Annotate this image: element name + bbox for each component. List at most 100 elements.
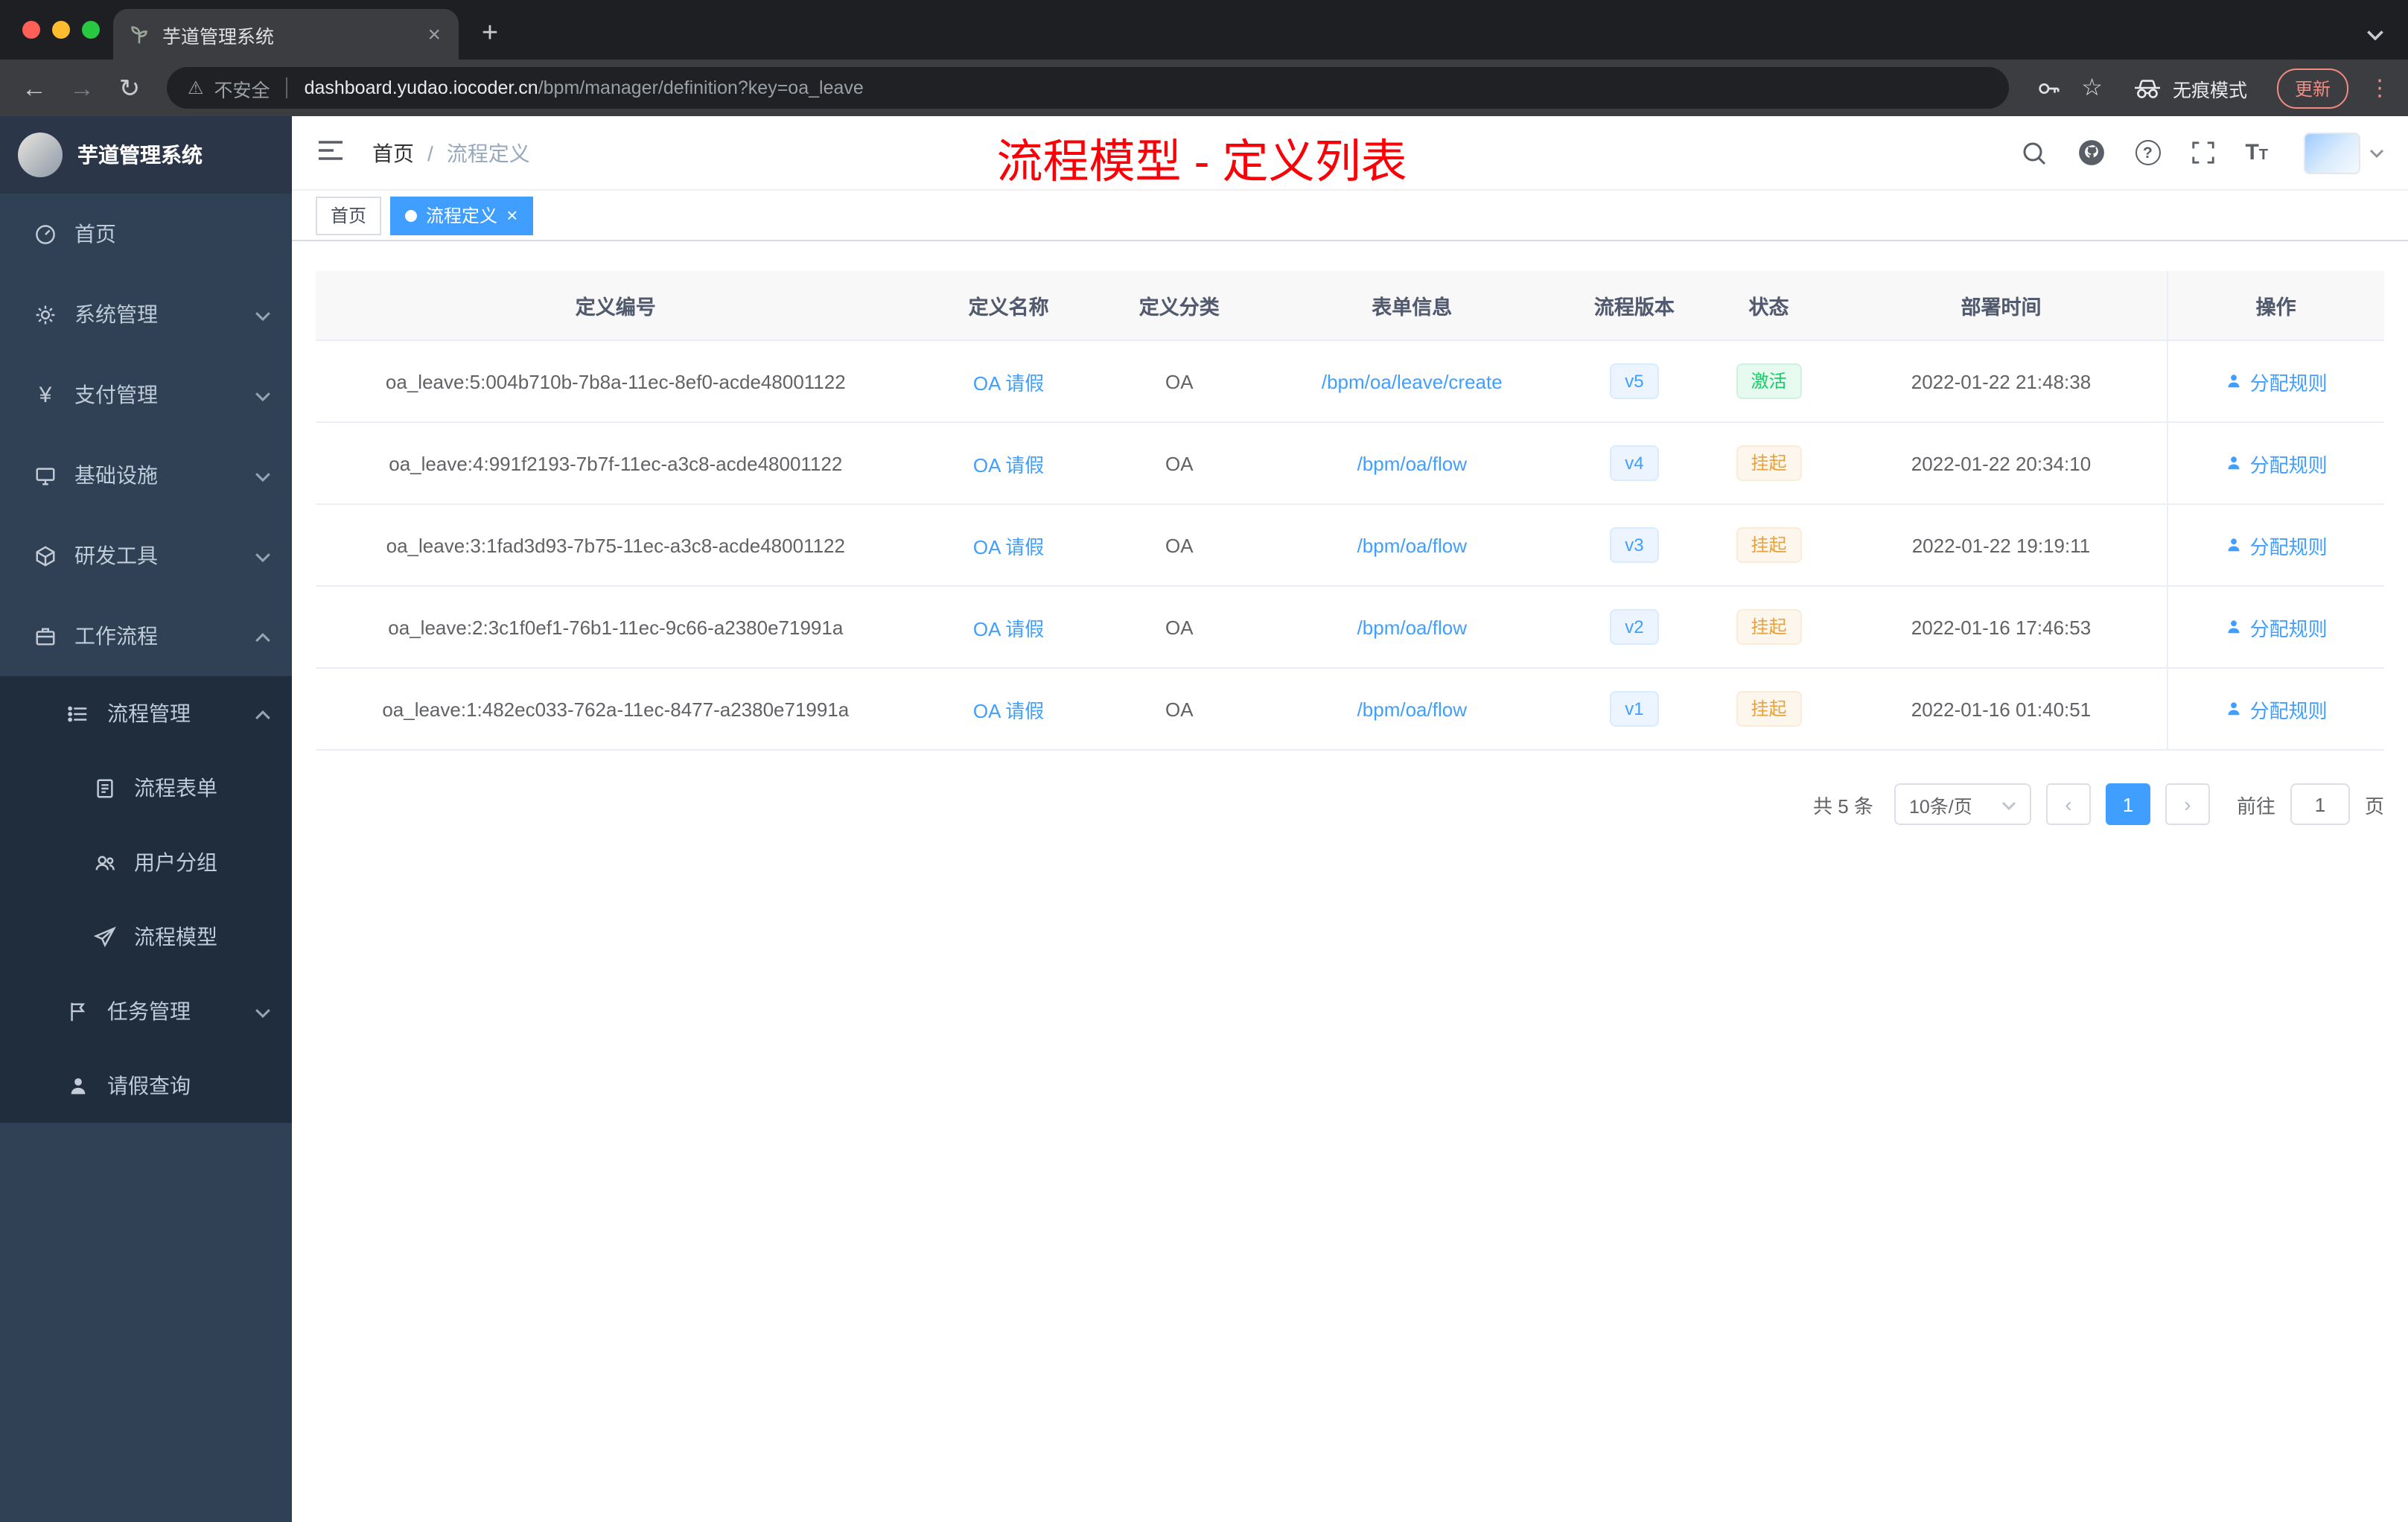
column-header-form: 表单信息 [1256,271,1567,341]
user-avatar-menu[interactable] [2304,132,2384,173]
sidebar-item-label: 用户分组 [134,850,217,874]
definition-name-link[interactable]: OA 请假 [973,699,1044,722]
column-header-actions: 操作 [2166,271,2384,341]
column-header-version: 流程版本 [1567,271,1702,341]
sidebar-item-process-form[interactable]: 流程表单 [0,751,292,825]
browser-tab[interactable]: 芋道管理系统 × [113,9,459,60]
help-icon[interactable]: ? [2135,140,2161,165]
back-button[interactable]: ← [15,75,54,101]
cell-category: OA [1101,340,1257,423]
zoom-window-button[interactable] [82,21,100,39]
page-size-select[interactable]: 10条/页 [1893,783,2031,825]
assign-rule-link[interactable]: 分配规则 [2225,531,2328,559]
sidebar-logo[interactable]: 芋道管理系统 [0,116,292,194]
sidebar-item-leave-query[interactable]: 请假查询 [0,1048,292,1123]
table-row: oa_leave:3:1fad3d93-7b75-11ec-a3c8-acde4… [316,504,2384,587]
cube-icon [33,543,58,568]
definition-table: 定义编号 定义名称 定义分类 表单信息 流程版本 状态 部署时间 操作 oa_l [316,271,2384,751]
sidebar-item-label: 流程模型 [134,925,217,949]
sidebar-item-payment[interactable]: ¥ 支付管理 [0,354,292,435]
gear-icon [33,302,58,327]
monitor-icon [33,462,58,488]
hamburger-icon[interactable] [316,138,345,168]
cell-definition-id: oa_leave:3:1fad3d93-7b75-11ec-a3c8-acde4… [316,504,916,587]
status-badge: 挂起 [1736,445,1802,482]
sidebar-item-infrastructure[interactable]: 基础设施 [0,435,292,515]
fullscreen-icon[interactable] [2190,140,2215,165]
incognito-label: 无痕模式 [2172,80,2247,101]
sidebar-item-process-model[interactable]: 流程模型 [0,899,292,974]
tag-home[interactable]: 首页 [316,196,382,235]
pagination: 共 5 条 10条/页 ‹ 1 › 前往 页 [316,783,2384,870]
forward-button[interactable]: → [63,75,101,101]
definition-name-link[interactable]: OA 请假 [973,453,1044,476]
search-icon[interactable] [2020,139,2047,166]
cell-category: OA [1101,668,1257,751]
column-header-name: 定义名称 [915,271,1102,341]
tag-process-definition[interactable]: 流程定义 × [390,196,533,235]
form-info-link[interactable]: /bpm/oa/leave/create [1322,370,1503,392]
tag-close-icon[interactable]: × [506,206,517,225]
browser-menu-icon[interactable]: ⋮ [2366,74,2393,101]
password-key-icon[interactable] [2035,75,2060,101]
avatar[interactable] [2304,132,2360,173]
sidebar-item-task-management[interactable]: 任务管理 [0,974,292,1048]
version-badge: v4 [1610,445,1659,482]
definition-name-link[interactable]: OA 请假 [973,372,1044,394]
column-header-deploy-time: 部署时间 [1835,271,2167,341]
chevron-up-icon [255,624,271,648]
new-tab-button[interactable]: + [471,13,509,55]
form-info-link[interactable]: /bpm/oa/flow [1357,616,1467,638]
sidebar-item-system[interactable]: 系统管理 [0,274,292,354]
cell-category: OA [1101,586,1257,669]
chevron-down-icon [255,544,271,567]
close-window-button[interactable] [22,21,40,39]
column-header-category: 定义分类 [1101,271,1257,341]
chevron-down-icon [255,302,271,326]
minimize-window-button[interactable] [52,21,70,39]
assign-rule-link[interactable]: 分配规则 [2225,449,2328,477]
tab-search-chevron-icon[interactable] [2366,21,2384,48]
github-icon[interactable] [2077,138,2105,167]
chevron-down-icon [255,463,271,487]
bookmark-star-icon[interactable]: ☆ [2081,73,2103,103]
cell-definition-id: oa_leave:5:004b710b-7b8a-11ec-8ef0-acde4… [316,340,916,423]
form-info-link[interactable]: /bpm/oa/flow [1357,534,1467,556]
prev-page-button[interactable]: ‹ [2045,783,2091,825]
page-number-button[interactable]: 1 [2105,783,2150,825]
form-info-link[interactable]: /bpm/oa/flow [1357,698,1467,720]
assign-rule-link[interactable]: 分配规则 [2225,367,2328,395]
document-icon [92,775,118,800]
assign-rule-link[interactable]: 分配规则 [2225,613,2328,641]
assign-rule-link[interactable]: 分配规则 [2225,695,2328,723]
browser-toolbar: ← → ↻ ⚠ 不安全 dashboard.yudao.iocoder.cn/b… [0,60,2408,116]
tab-title: 芋道管理系统 [162,26,275,47]
sidebar-item-label: 流程管理 [107,701,191,725]
table-header-row: 定义编号 定义名称 定义分类 表单信息 流程版本 状态 部署时间 操作 [316,271,2384,341]
address-bar[interactable]: ⚠ 不安全 dashboard.yudao.iocoder.cn/bpm/man… [167,67,2009,109]
next-page-button[interactable]: › [2165,783,2210,825]
definition-name-link[interactable]: OA 请假 [973,617,1044,640]
chevron-up-icon [255,701,271,725]
sidebar-item-devtools[interactable]: 研发工具 [0,515,292,596]
toolbar-icons: ☆ [2035,73,2103,103]
chevron-down-icon [2001,794,2016,815]
font-size-icon[interactable]: TT [2245,141,2268,164]
form-info-link[interactable]: /bpm/oa/flow [1357,452,1467,474]
sidebar-item-home[interactable]: 首页 [0,194,292,274]
reload-button[interactable]: ↻ [110,75,149,101]
sidebar-item-user-group[interactable]: 用户分组 [0,825,292,899]
chrome-update-button[interactable]: 更新 [2276,68,2348,108]
definition-name-link[interactable]: OA 请假 [973,535,1044,558]
sidebar-item-process-management[interactable]: 流程管理 [0,676,292,751]
url-text[interactable]: dashboard.yudao.iocoder.cn/bpm/manager/d… [305,77,864,98]
sidebar-item-workflow[interactable]: 工作流程 [0,596,292,676]
tab-close-icon[interactable]: × [424,22,444,47]
table-row: oa_leave:4:991f2193-7b7f-11ec-a3c8-acde4… [316,422,2384,505]
annotation-title: 流程模型 - 定义列表 [996,136,1407,188]
breadcrumb-home[interactable]: 首页 [372,138,414,168]
goto-page-input[interactable] [2290,783,2350,825]
page-size-value: 10条/页 [1908,796,1972,817]
security-label[interactable]: 不安全 [214,74,270,102]
sidebar-item-label: 基础设施 [74,463,158,487]
